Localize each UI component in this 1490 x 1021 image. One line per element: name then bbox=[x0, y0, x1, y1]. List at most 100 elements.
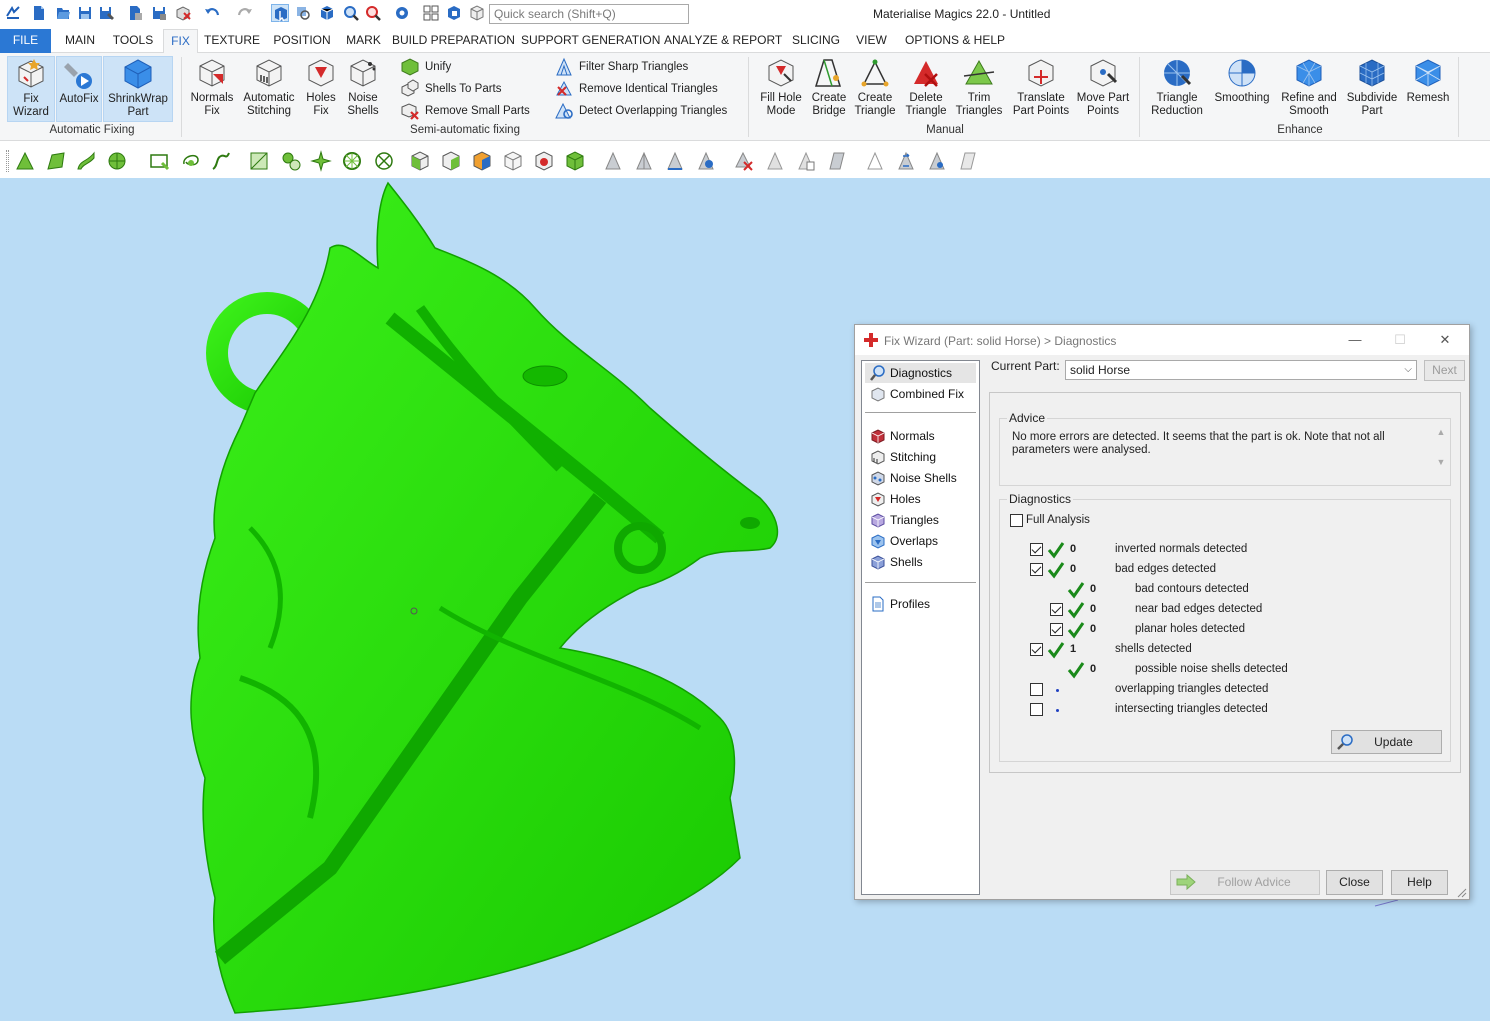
diag-checkbox-overlapping[interactable] bbox=[1030, 683, 1043, 696]
tab-tools[interactable]: TOOLS bbox=[108, 29, 158, 53]
triangle-edge-icon[interactable] bbox=[664, 150, 686, 172]
app-logo-icon[interactable] bbox=[4, 4, 22, 22]
close-button[interactable]: Close bbox=[1326, 870, 1383, 895]
measure-icon[interactable] bbox=[364, 4, 382, 22]
triangle-flat-icon[interactable] bbox=[826, 150, 848, 172]
toolbar-grip[interactable] bbox=[6, 150, 9, 172]
mark-all-icon[interactable] bbox=[310, 150, 332, 172]
mark-contour-icon[interactable] bbox=[210, 150, 232, 172]
undo-icon[interactable] bbox=[203, 4, 221, 22]
parts-list-icon[interactable] bbox=[422, 4, 440, 22]
minimize-button[interactable]: — bbox=[1343, 331, 1367, 349]
tab-file[interactable]: FILE bbox=[0, 29, 51, 53]
tab-support-generation[interactable]: SUPPORT GENERATION bbox=[521, 29, 660, 53]
current-part-select[interactable]: solid Horse ⌵ bbox=[1065, 360, 1417, 380]
triangle-doc-icon[interactable] bbox=[795, 150, 817, 172]
nav-holes[interactable]: Holes bbox=[865, 489, 976, 509]
nav-diagnostics[interactable]: Diagnostics bbox=[865, 363, 976, 383]
fix-wizard-button[interactable]: Fix Wizard bbox=[7, 56, 55, 122]
tab-analyze-report[interactable]: ANALYZE & REPORT bbox=[664, 29, 782, 53]
create-triangle-button[interactable]: Create Triangle bbox=[852, 56, 898, 118]
resize-grip-icon[interactable] bbox=[1457, 887, 1467, 898]
remesh-button[interactable]: Remesh bbox=[1404, 56, 1452, 105]
delete-triangle-button[interactable]: Delete Triangle bbox=[902, 56, 950, 118]
remove-identical-triangles-button[interactable]: Remove Identical Triangles bbox=[554, 79, 718, 99]
trim-triangles-button[interactable]: Trim Triangles bbox=[954, 56, 1004, 118]
settings-icon[interactable] bbox=[393, 4, 411, 22]
triangle-delete-icon[interactable] bbox=[733, 150, 755, 172]
diag-checkbox-intersecting[interactable] bbox=[1030, 703, 1043, 716]
nav-combined-fix[interactable]: Combined Fix bbox=[865, 384, 976, 404]
view-icon[interactable] bbox=[294, 4, 312, 22]
mark-surface-icon[interactable] bbox=[75, 150, 97, 172]
select-icon[interactable] bbox=[271, 4, 289, 22]
import-icon[interactable] bbox=[126, 4, 144, 22]
triangle-flat-outline-icon[interactable] bbox=[957, 150, 979, 172]
mark-ring-icon[interactable] bbox=[341, 150, 363, 172]
nav-profiles[interactable]: Profiles bbox=[865, 594, 976, 614]
noise-shells-button[interactable]: Noise Shells bbox=[343, 56, 383, 118]
close-window-button[interactable]: ✕ bbox=[1433, 331, 1457, 349]
refine-and-smooth-button[interactable]: Refine and Smooth bbox=[1278, 56, 1340, 118]
help-button[interactable]: Help bbox=[1391, 870, 1448, 895]
part-unmark-icon[interactable] bbox=[502, 150, 524, 172]
tab-fix[interactable]: FIX bbox=[163, 29, 198, 54]
mark-box-icon[interactable] bbox=[248, 150, 270, 172]
part-view-icon[interactable] bbox=[445, 4, 463, 22]
advice-scrollbar[interactable]: ▲ ▼ bbox=[1434, 427, 1448, 475]
tab-options-help[interactable]: OPTIONS & HELP bbox=[905, 29, 1005, 53]
redo-icon[interactable] bbox=[236, 4, 254, 22]
part-mark-icon[interactable] bbox=[440, 150, 462, 172]
mark-invert-icon[interactable] bbox=[373, 150, 395, 172]
part-select-icon[interactable] bbox=[409, 150, 431, 172]
full-analysis-checkbox[interactable] bbox=[1010, 514, 1023, 527]
nav-noise-shells[interactable]: Noise Shells bbox=[865, 468, 976, 488]
triangle-gray-icon[interactable] bbox=[602, 150, 624, 172]
remove-small-parts-button[interactable]: Remove Small Parts bbox=[400, 101, 530, 121]
shrinkwrap-part-button[interactable]: ShrinkWrap Part bbox=[103, 56, 173, 122]
triangle-half-icon[interactable] bbox=[764, 150, 786, 172]
zoom-icon[interactable] bbox=[342, 4, 360, 22]
triangle-arrows-icon[interactable] bbox=[895, 150, 917, 172]
unify-button[interactable]: Unify bbox=[400, 57, 451, 77]
next-button[interactable]: Next bbox=[1424, 360, 1465, 381]
holes-fix-button[interactable]: Holes Fix bbox=[301, 56, 341, 118]
nav-shells[interactable]: Shells bbox=[865, 552, 976, 572]
triangle-outline-icon[interactable] bbox=[864, 150, 886, 172]
tab-main[interactable]: MAIN bbox=[58, 29, 102, 53]
detect-overlapping-triangles-button[interactable]: Detect Overlapping Triangles bbox=[554, 101, 727, 121]
triangle-tools-icon[interactable] bbox=[695, 150, 717, 172]
diag-checkbox-bad-edges[interactable] bbox=[1030, 563, 1043, 576]
tab-build-preparation[interactable]: BUILD PREPARATION bbox=[392, 29, 515, 53]
translate-part-points-button[interactable]: Translate Part Points bbox=[1010, 56, 1072, 118]
mark-lasso-icon[interactable] bbox=[180, 150, 202, 172]
follow-advice-button[interactable]: Follow Advice bbox=[1170, 870, 1320, 895]
nav-overlaps[interactable]: Overlaps bbox=[865, 531, 976, 551]
new-file-icon[interactable] bbox=[30, 4, 48, 22]
mark-window-icon[interactable] bbox=[148, 150, 170, 172]
tab-mark[interactable]: MARK bbox=[343, 29, 384, 53]
smoothing-button[interactable]: Smoothing bbox=[1210, 56, 1274, 105]
tab-position[interactable]: POSITION bbox=[269, 29, 335, 53]
diag-checkbox-planar-holes[interactable] bbox=[1050, 623, 1063, 636]
tab-texture[interactable]: TEXTURE bbox=[203, 29, 261, 53]
save-icon[interactable] bbox=[76, 4, 94, 22]
export-icon[interactable] bbox=[150, 4, 168, 22]
normals-fix-button[interactable]: Normals Fix bbox=[188, 56, 236, 118]
mark-connected-icon[interactable] bbox=[280, 150, 302, 172]
mark-triangle-icon[interactable] bbox=[14, 150, 36, 172]
close-part-icon[interactable] bbox=[174, 4, 192, 22]
box-icon[interactable] bbox=[318, 4, 336, 22]
tab-view[interactable]: VIEW bbox=[853, 29, 890, 53]
triangle-split-icon[interactable] bbox=[633, 150, 655, 172]
part-orange-icon[interactable] bbox=[471, 150, 493, 172]
quick-search-input[interactable] bbox=[489, 4, 689, 24]
unload-icon[interactable] bbox=[468, 4, 486, 22]
open-file-icon[interactable] bbox=[54, 4, 72, 22]
mark-shell-icon[interactable] bbox=[106, 150, 128, 172]
diag-checkbox-shells[interactable] bbox=[1030, 643, 1043, 656]
nav-normals[interactable]: Normals bbox=[865, 426, 976, 446]
mark-plane-icon[interactable] bbox=[45, 150, 67, 172]
autofix-button[interactable]: AutoFix bbox=[56, 56, 102, 122]
save-as-icon[interactable] bbox=[98, 4, 116, 22]
